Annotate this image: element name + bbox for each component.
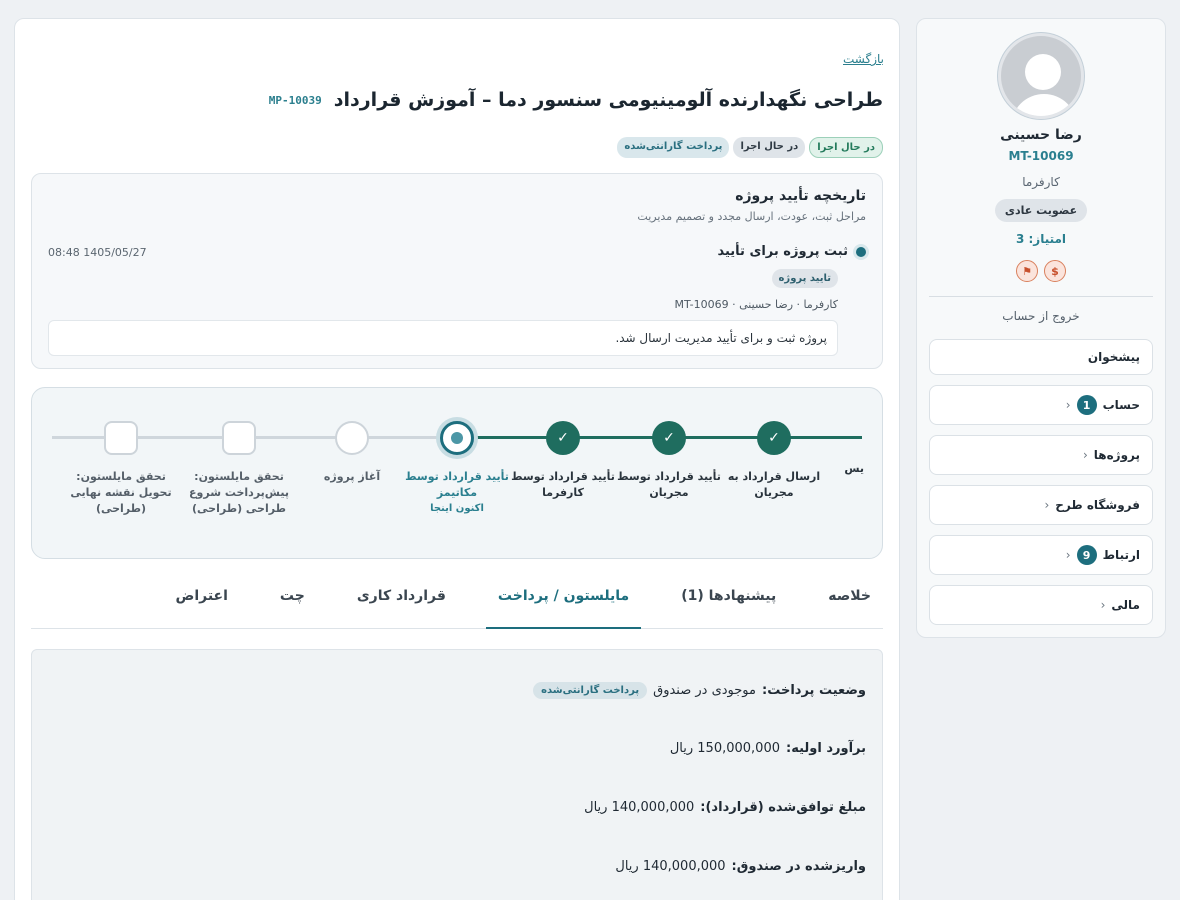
tab-contract[interactable]: قرارداد کاری [345,579,458,629]
step-label: تحقق مایلستون: پیش‌پرداخت شروع طراحی (طر… [189,470,289,515]
chevron-left-icon: ‹ [1082,448,1088,462]
menu-item-finance[interactable]: مالی ‹ [929,585,1153,625]
milestone-step-icon [222,421,256,455]
step-label: تأیید قرارداد توسط مجریان [617,470,721,499]
chevron-left-icon: ‹ [1065,398,1071,412]
agreed-amount-value: 140,000,000 ریال [584,800,695,815]
project-main-panel: بازگشت طراحی نگهدارنده آلومینیومی سنسور … [14,18,900,900]
chevron-left-icon: ‹ [1100,598,1106,612]
user-sidebar: رضا حسینی MT-10069 کارفرما عضویت عادی ام… [916,18,1166,638]
status-badge: پرداخت گارانتی‌شده [617,137,730,158]
payment-status-row: وضعیت پرداخت: موجودی در صندوق پرداخت گار… [533,682,866,699]
tab-chat[interactable]: چت [268,579,317,629]
divider [929,296,1153,297]
event-actor: کارفرما · رضا حسینی · MT-10069 [674,298,838,311]
user-name: رضا حسینی [1000,127,1082,143]
menu-label: حساب [1102,398,1140,412]
tab-summary[interactable]: خلاصه [816,579,883,629]
chevron-left-icon: ‹ [1065,548,1071,562]
check-icon: ✓ [757,421,791,455]
menu-item-dashboard[interactable]: پیشخوان [929,339,1153,375]
menu-label: فروشگاه طرح [1055,498,1140,512]
step: ✓ تأیید قرارداد توسط مجریان [614,421,724,501]
flag-icon: ⚑ [1016,260,1038,282]
payment-status-value: موجودی در صندوق [653,683,756,698]
step: تحقق مایلستون: تحویل نقشه نهایی (طراحی) [66,421,176,517]
contract-stepper: یس ✓ ارسال قرارداد به مجریان ✓ تأیید قرا… [31,387,883,559]
current-step-icon [440,421,474,455]
tab-proposals[interactable]: پیشنهادها (1) [669,579,788,629]
page-title: طراحی نگهدارنده آلومینیومی سنسور دما – آ… [333,89,883,111]
agreed-amount-row: مبلغ توافق‌شده (قرارداد): 140,000,000 ری… [584,800,866,815]
payment-panel: وضعیت پرداخت: موجودی در صندوق پرداخت گار… [31,649,883,900]
step-label: تأیید قرارداد توسط مکاتیمز [405,470,509,499]
menu-label: ارتباط [1102,548,1140,562]
user-code: MT-10069 [1008,149,1074,163]
approval-history-card: تاریخچه تأیید پروژه مراحل ثبت، عودت، ارس… [31,173,883,369]
step-label: ارسال قرارداد به مجریان [727,470,821,499]
tab-milestone-payment[interactable]: مایلستون / پرداخت [485,579,642,629]
logout-link[interactable]: خروج از حساب [929,309,1153,323]
step: آغاز پروژه [297,421,407,485]
event-note: پروژه ثبت و برای تأیید مدیریت ارسال شد. [48,320,838,356]
tab-dispute[interactable]: اعتراض [164,579,240,629]
agreed-amount-label: مبلغ توافق‌شده (قرارداد): [700,800,866,815]
history-subtitle: مراحل ثبت، عودت، ارسال مجدد و تصمیم مدیر… [637,210,866,223]
title-row: طراحی نگهدارنده آلومینیومی سنسور دما – آ… [269,89,883,111]
initial-estimate-value: 150,000,000 ریال [669,741,780,756]
step: تحقق مایلستون: پیش‌پرداخت شروع طراحی (طر… [184,421,294,517]
event-title: ثبت پروژه برای تأیید [717,244,848,259]
project-code: MP-10039 [268,93,322,107]
step-current: تأیید قرارداد توسط مکاتیمز اکنون اینجا [402,421,512,514]
status-chips: در حال اجرا در حال اجرا پرداخت گارانتی‌ش… [617,137,883,158]
deposited-amount-row: واریزشده در صندوق: 140,000,000 ریال [615,859,866,874]
initial-estimate-row: برآورد اولیه: 150,000,000 ریال [670,741,866,756]
step: ✓ ارسال قرارداد به مجریان [719,421,829,501]
milestone-step-icon [104,421,138,455]
status-badge: پرداخت گارانتی‌شده [533,682,648,699]
back-link[interactable]: بازگشت [843,52,884,66]
deposited-amount-label: واریزشده در صندوق: [731,859,866,874]
menu-item-communication[interactable]: ارتباط 9 ‹ [929,535,1153,575]
pending-step-icon [335,421,369,455]
initial-estimate-label: برآورد اولیه: [786,741,866,756]
current-step-hint: اکنون اینجا [430,503,484,514]
check-icon: ✓ [546,421,580,455]
step-label-cut: یس [844,462,864,475]
status-badge: در حال اجرا [809,137,883,158]
event-chip: تایید پروژه [771,269,838,288]
menu-item-account[interactable]: حساب 1 ‹ [929,385,1153,425]
status-badge: در حال اجرا [733,137,806,158]
menu-label: پروژه‌ها [1093,448,1140,462]
achievement-badges: ⚑ $ [929,260,1153,282]
coin-icon: $ [1044,260,1066,282]
project-tabs: خلاصه پیشنهادها (1) مایلستون / پرداخت قر… [31,579,883,629]
step: ✓ تأیید قرارداد توسط کارفرما [508,421,618,501]
history-event: ثبت پروژه برای تأیید [717,244,866,259]
step-label: تحقق مایلستون: تحویل نقشه نهایی (طراحی) [70,470,172,515]
user-score: امتیاز: 3 [1015,232,1067,246]
deposited-amount-value: 140,000,000 ریال [615,859,726,874]
menu-item-projects[interactable]: پروژه‌ها ‹ [929,435,1153,475]
step-label: تأیید قرارداد توسط کارفرما [511,470,615,499]
timeline-dot-icon [856,246,866,257]
menu-label: پیشخوان [1087,350,1140,364]
notification-count: 9 [1076,545,1097,565]
step-label: آغاز پروژه [323,470,381,483]
membership-badge: عضویت عادی [995,199,1087,222]
menu-item-design-store[interactable]: فروشگاه طرح ‹ [929,485,1153,525]
check-icon: ✓ [652,421,686,455]
user-role: کارفرما [1022,175,1060,189]
menu-label: مالی [1111,598,1140,612]
notification-count: 1 [1076,395,1097,415]
event-time: 08:48 1405/05/27 [48,246,147,259]
user-avatar-icon [998,33,1084,119]
payment-status-label: وضعیت پرداخت: [762,683,866,698]
history-title: تاریخچه تأیید پروژه [735,188,866,204]
chevron-left-icon: ‹ [1044,498,1050,512]
